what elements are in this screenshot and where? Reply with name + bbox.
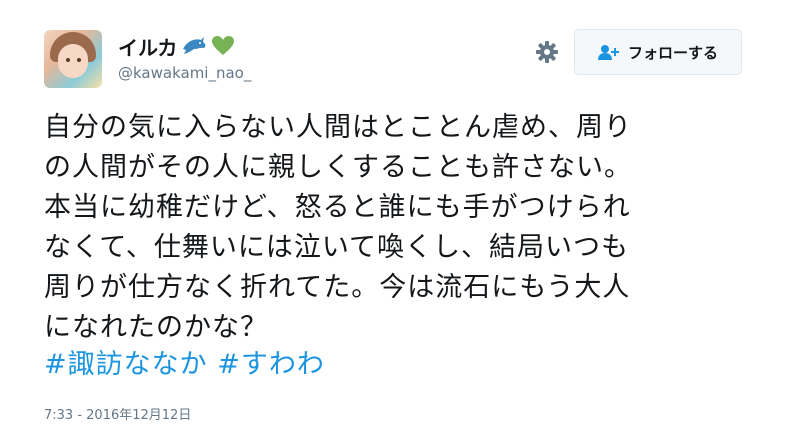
hashtag-link[interactable]: #諏訪ななか — [44, 349, 208, 380]
follow-button[interactable]: フォローする — [574, 29, 742, 75]
dolphin-icon — [183, 37, 206, 54]
avatar-face — [58, 44, 88, 78]
avatar-eye — [66, 58, 70, 62]
user-name-row[interactable]: イルカ — [118, 32, 235, 60]
hashtag-link[interactable]: #すわわ — [217, 349, 325, 380]
gear-icon[interactable] — [533, 38, 561, 66]
tweet-text-line: 周りが仕方なく折れてた。今は流石にもう大人 — [44, 272, 631, 303]
follow-button-label: フォローする — [627, 43, 718, 62]
tweet-text-line: の人間がその人に親しくすることも許さない。 — [44, 152, 632, 183]
tweet-text-line: になれたのかな？ — [44, 312, 268, 343]
avatar-eye — [77, 58, 81, 62]
user-handle[interactable]: @kawakami_nao_ — [118, 64, 251, 82]
add-user-icon — [597, 45, 619, 60]
tweet-text: 自分の気に入らない人間はとことん虐め、周り の人間がその人に親しくすることも許さ… — [44, 108, 784, 348]
hashtag-row: #諏訪ななか #すわわ — [44, 345, 325, 385]
display-name[interactable]: イルカ — [118, 32, 177, 61]
tweet-text-line: なくて、仕舞いには泣いて喚くし、結局いつも — [44, 232, 630, 263]
avatar[interactable] — [44, 30, 102, 88]
tweet-text-line: 自分の気に入らない人間はとことん虐め、周り — [44, 112, 632, 143]
gear-icon-graphic — [536, 41, 558, 63]
green-heart-icon — [212, 36, 235, 55]
tweet-timestamp[interactable]: 7:33 - 2016年12月12日 — [44, 404, 191, 423]
tweet-text-line: 本当に幼稚だけど、怒ると誰にも手がつけられ — [44, 192, 631, 223]
